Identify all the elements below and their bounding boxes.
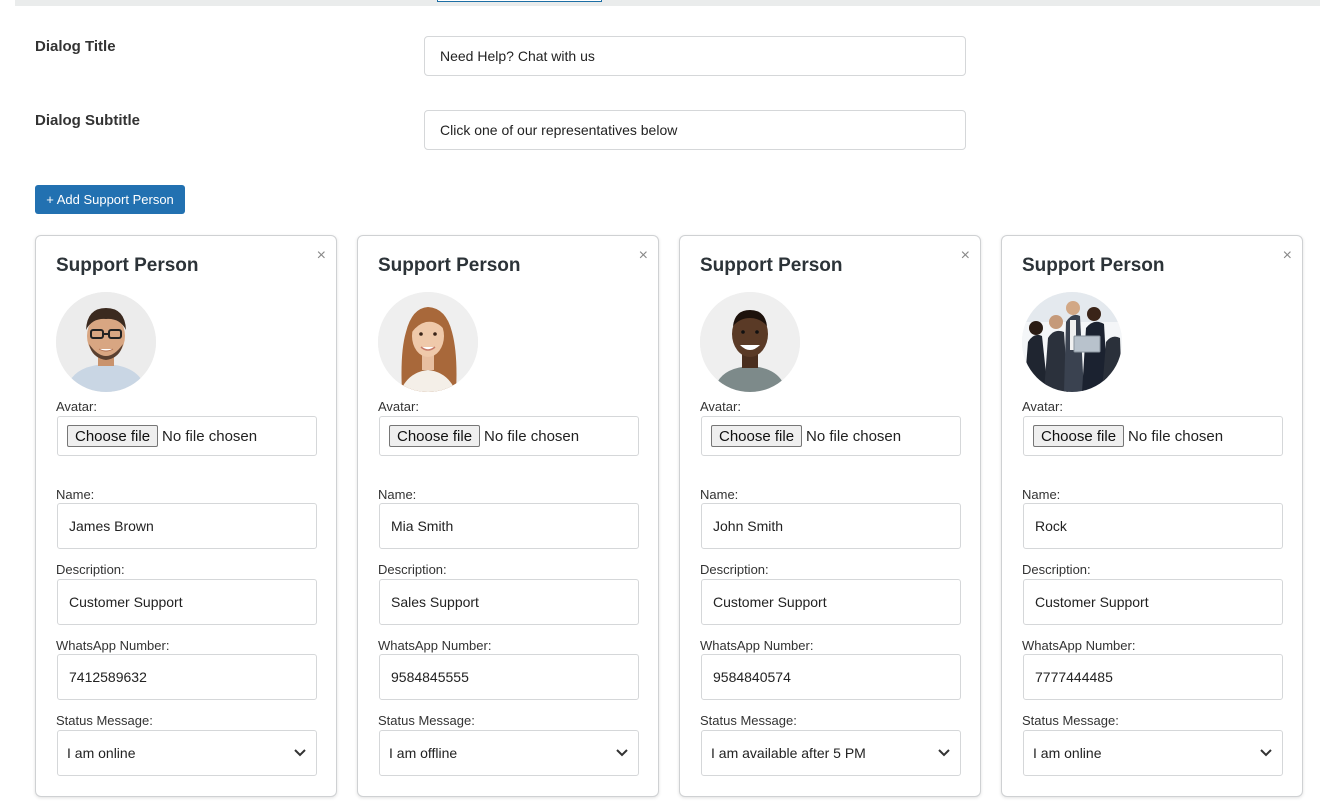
choose-file-button[interactable]: Choose file [67, 425, 159, 447]
card-title: Support Person [1022, 255, 1165, 276]
support-person-card: × Support Person Avatar: Choose file No … [1001, 235, 1303, 797]
remove-card-button[interactable]: × [1283, 248, 1292, 264]
description-label: Description: [378, 562, 447, 577]
file-status-text: No file chosen [484, 427, 580, 445]
file-status-text: No file chosen [806, 427, 902, 445]
active-tab-indicator[interactable] [437, 0, 602, 2]
status-select[interactable]: I am offline [379, 730, 639, 776]
name-input[interactable] [57, 503, 317, 549]
avatar-label: Avatar: [700, 399, 741, 414]
whatsapp-label: WhatsApp Number: [1022, 638, 1136, 653]
name-label: Name: [378, 487, 417, 502]
status-label: Status Message: [1022, 713, 1119, 728]
name-label: Name: [56, 487, 95, 502]
man-glasses-portrait [56, 292, 156, 392]
status-select[interactable]: I am available after 5 PM [701, 730, 961, 776]
remove-card-button[interactable]: × [639, 248, 648, 264]
card-title: Support Person [700, 255, 843, 276]
name-input[interactable] [701, 503, 961, 549]
woman-portrait [378, 292, 478, 392]
description-label: Description: [56, 562, 125, 577]
whatsapp-label: WhatsApp Number: [700, 638, 814, 653]
top-tab-bar [15, 0, 1320, 6]
whatsapp-label: WhatsApp Number: [56, 638, 170, 653]
status-select[interactable]: I am online [1023, 730, 1283, 776]
card-title: Support Person [378, 255, 521, 276]
file-status-text: No file chosen [162, 427, 258, 445]
status-selected-value: I am offline [389, 745, 458, 761]
status-selected-value: I am online [1033, 745, 1102, 761]
description-input[interactable] [57, 579, 317, 625]
avatar-label: Avatar: [1022, 399, 1063, 414]
dialog-title-label: Dialog Title [35, 38, 116, 55]
card-title: Support Person [56, 255, 199, 276]
dialog-subtitle-label: Dialog Subtitle [35, 112, 140, 129]
remove-card-button[interactable]: × [317, 248, 326, 264]
name-label: Name: [700, 487, 739, 502]
description-label: Description: [700, 562, 769, 577]
whatsapp-number-input[interactable] [379, 654, 639, 700]
whatsapp-number-input[interactable] [1023, 654, 1283, 700]
support-person-card: × Support Person Avatar: Choose file No … [35, 235, 337, 797]
chevron-down-icon [293, 748, 307, 758]
name-label: Name: [1022, 487, 1061, 502]
description-input[interactable] [1023, 579, 1283, 625]
avatar-file-input[interactable]: Choose file No file chosen [379, 416, 639, 456]
man-smiling-portrait [700, 292, 800, 392]
add-support-person-button[interactable]: + Add Support Person [35, 185, 185, 214]
status-label: Status Message: [700, 713, 797, 728]
description-label: Description: [1022, 562, 1091, 577]
whatsapp-number-input[interactable] [57, 654, 317, 700]
choose-file-button[interactable]: Choose file [711, 425, 803, 447]
file-status-text: No file chosen [1128, 427, 1224, 445]
name-input[interactable] [1023, 503, 1283, 549]
dialog-title-input[interactable] [424, 36, 966, 76]
status-label: Status Message: [56, 713, 153, 728]
support-person-card: × Support Person Avatar: Choose file No … [357, 235, 659, 797]
support-person-card: × Support Person Avatar: Choose file No … [679, 235, 981, 797]
chevron-down-icon [615, 748, 629, 758]
choose-file-button[interactable]: Choose file [1033, 425, 1125, 447]
description-input[interactable] [379, 579, 639, 625]
name-input[interactable] [379, 503, 639, 549]
status-label: Status Message: [378, 713, 475, 728]
avatar-file-input[interactable]: Choose file No file chosen [57, 416, 317, 456]
dialog-subtitle-input[interactable] [424, 110, 966, 150]
remove-card-button[interactable]: × [961, 248, 970, 264]
status-selected-value: I am available after 5 PM [711, 745, 866, 761]
avatar-label: Avatar: [56, 399, 97, 414]
avatar-file-input[interactable]: Choose file No file chosen [1023, 416, 1283, 456]
description-input[interactable] [701, 579, 961, 625]
chevron-down-icon [1259, 748, 1273, 758]
whatsapp-label: WhatsApp Number: [378, 638, 492, 653]
status-selected-value: I am online [67, 745, 136, 761]
avatar-label: Avatar: [378, 399, 419, 414]
whatsapp-number-input[interactable] [701, 654, 961, 700]
status-select[interactable]: I am online [57, 730, 317, 776]
choose-file-button[interactable]: Choose file [389, 425, 481, 447]
business-group-photo [1022, 292, 1122, 392]
chevron-down-icon [937, 748, 951, 758]
avatar-file-input[interactable]: Choose file No file chosen [701, 416, 961, 456]
